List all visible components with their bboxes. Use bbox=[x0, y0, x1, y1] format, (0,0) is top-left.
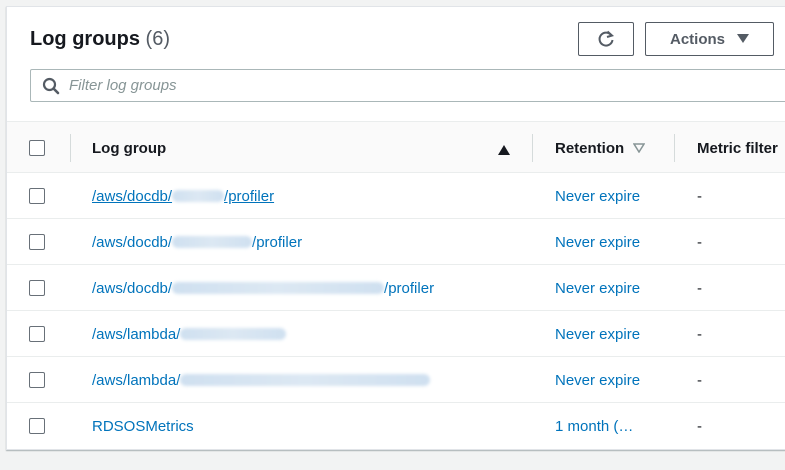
row-select-cell bbox=[29, 173, 45, 219]
row-checkbox[interactable] bbox=[29, 372, 45, 388]
table-row: /aws/docdb/ /profiler Never expire - bbox=[7, 219, 785, 265]
row-checkbox[interactable] bbox=[29, 234, 45, 250]
log-group-link[interactable]: /aws/docdb/ /profiler bbox=[92, 219, 302, 265]
table-header: Log group Retention Metric filter bbox=[7, 121, 785, 173]
retention-link[interactable]: Never expire bbox=[555, 311, 640, 357]
row-checkbox[interactable] bbox=[29, 326, 45, 342]
sort-descending-icon[interactable] bbox=[633, 143, 646, 153]
redacted-text bbox=[172, 282, 385, 294]
log-group-link[interactable]: /aws/lambda/ bbox=[92, 357, 431, 403]
row-select-cell bbox=[29, 219, 45, 265]
retention-link[interactable]: Never expire bbox=[555, 219, 640, 265]
log-group-count: (6) bbox=[145, 28, 170, 50]
metric-filters-value: - bbox=[697, 233, 702, 251]
redacted-text bbox=[172, 190, 225, 202]
metric-filters-value: - bbox=[697, 371, 702, 389]
row-select-cell bbox=[29, 357, 45, 403]
row-select-cell bbox=[29, 311, 45, 357]
table-row: /aws/docdb/ /profiler Never expire - bbox=[7, 173, 785, 219]
row-checkbox[interactable] bbox=[29, 280, 45, 296]
log-group-link[interactable]: /aws/docdb/ /profiler bbox=[92, 265, 434, 311]
metric-filters-value: - bbox=[697, 279, 702, 297]
log-group-prefix: /aws/lambda/ bbox=[92, 325, 181, 343]
log-group-link[interactable]: /aws/lambda/ bbox=[92, 311, 287, 357]
filter-log-groups-field[interactable] bbox=[30, 69, 785, 102]
column-header-retention[interactable]: Retention bbox=[555, 122, 646, 174]
log-group-prefix: /aws/docdb/ bbox=[92, 233, 173, 251]
retention-link[interactable]: 1 month (… bbox=[555, 403, 633, 449]
refresh-icon bbox=[597, 30, 615, 48]
actions-button[interactable]: Actions bbox=[645, 22, 774, 56]
refresh-button[interactable] bbox=[578, 22, 634, 56]
log-group-link[interactable]: RDSOSMetrics bbox=[92, 403, 194, 449]
search-input[interactable] bbox=[69, 77, 669, 94]
column-header-log-group[interactable]: Log group bbox=[92, 122, 512, 174]
row-checkbox[interactable] bbox=[29, 418, 45, 434]
column-label-metric-filters: Metric filter bbox=[697, 139, 778, 157]
log-group-prefix: RDSOSMetrics bbox=[92, 417, 194, 435]
title-text: Log groups bbox=[30, 28, 140, 50]
column-label-retention: Retention bbox=[555, 139, 625, 157]
table-row: /aws/lambda/ Never expire - bbox=[7, 357, 785, 403]
select-all-checkbox[interactable] bbox=[29, 140, 45, 156]
redacted-text bbox=[180, 374, 431, 386]
search-icon bbox=[42, 77, 60, 95]
metric-filters-value: - bbox=[697, 325, 702, 343]
metric-filters-value: - bbox=[697, 187, 702, 205]
row-select-cell bbox=[29, 265, 45, 311]
log-groups-panel: Log groups (6) Actions Filter log groups… bbox=[6, 6, 785, 450]
retention-link[interactable]: Never expire bbox=[555, 265, 640, 311]
log-group-prefix: /aws/docdb/ bbox=[92, 279, 173, 297]
log-group-suffix: /profiler bbox=[224, 187, 275, 205]
caret-down-icon bbox=[737, 34, 749, 44]
metric-filters-value: - bbox=[697, 417, 702, 435]
row-select-cell bbox=[29, 403, 45, 449]
column-divider[interactable] bbox=[532, 134, 533, 162]
redacted-text bbox=[172, 236, 253, 248]
log-group-link[interactable]: /aws/docdb/ /profiler bbox=[92, 173, 274, 219]
table-row: /aws/docdb/ /profiler Never expire - bbox=[7, 265, 785, 311]
column-label-log-group: Log group bbox=[92, 139, 167, 157]
log-group-prefix: /aws/docdb/ bbox=[92, 187, 173, 205]
column-divider[interactable] bbox=[70, 134, 71, 162]
actions-label: Actions bbox=[669, 30, 725, 48]
table-row: /aws/lambda/ Never expire - bbox=[7, 311, 785, 357]
log-group-suffix: /profiler bbox=[384, 279, 435, 297]
select-all-cell bbox=[29, 122, 45, 174]
retention-link[interactable]: Never expire bbox=[555, 173, 640, 219]
retention-link[interactable]: Never expire bbox=[555, 357, 640, 403]
sort-ascending-icon[interactable] bbox=[498, 142, 510, 159]
row-checkbox[interactable] bbox=[29, 188, 45, 204]
log-group-suffix: /profiler bbox=[252, 233, 303, 251]
column-divider[interactable] bbox=[674, 134, 675, 162]
page-title: Log groups (6) bbox=[30, 28, 170, 51]
column-header-metric-filters[interactable]: Metric filter bbox=[697, 122, 778, 174]
table-row: RDSOSMetrics 1 month (… - bbox=[7, 403, 785, 449]
panel-header: Log groups (6) Actions bbox=[7, 7, 785, 67]
log-group-prefix: /aws/lambda/ bbox=[92, 371, 181, 389]
redacted-text bbox=[180, 328, 287, 340]
